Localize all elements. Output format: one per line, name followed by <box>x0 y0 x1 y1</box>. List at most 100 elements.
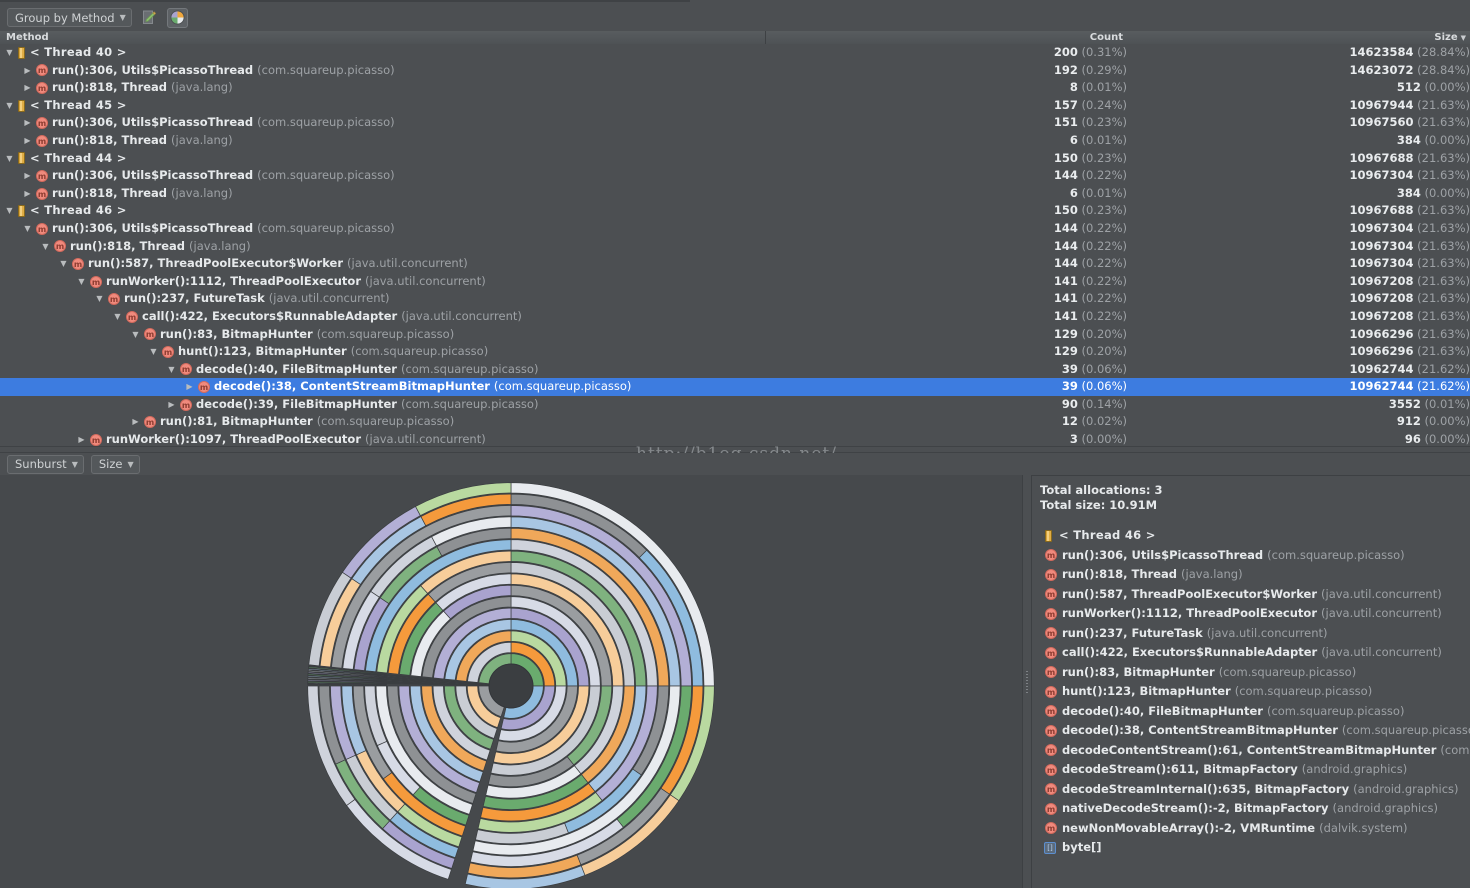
call-stack-list[interactable]: < Thread 46 >mrun():306, Utils$PicassoTh… <box>1040 526 1470 858</box>
sunburst-chart[interactable] <box>0 475 1022 888</box>
stack-frame[interactable]: mdecode():40, FileBitmapHunter(com.squar… <box>1040 702 1470 722</box>
method-icon: m <box>36 117 48 129</box>
chevron-down-icon[interactable]: ▼ <box>76 273 87 291</box>
size-percent: (21.63%) <box>1417 221 1470 235</box>
method-name: run():81, BitmapHunter <box>160 413 313 431</box>
horizontal-splitter[interactable] <box>0 446 1470 453</box>
tree-row[interactable]: ▼mrun():587, ThreadPoolExecutor$Worker(j… <box>0 255 1470 273</box>
method-name: run():818, Thread <box>52 79 167 97</box>
stack-frame[interactable]: mrun():818, Thread(java.lang) <box>1040 565 1470 585</box>
tree-row[interactable]: ▶mrun():306, Utils$PicassoThread(com.squ… <box>0 167 1470 185</box>
chevron-right-icon[interactable]: ▶ <box>22 167 33 185</box>
chevron-right-icon[interactable]: ▶ <box>130 413 141 431</box>
tree-row[interactable]: ▼mrun():818, Thread(java.lang)144 (0.22%… <box>0 238 1470 256</box>
cell-size: 3552 (0.01%) <box>1127 396 1470 414</box>
method-name: run():818, Thread <box>52 185 167 203</box>
tree-row[interactable]: ▼mrun():306, Utils$PicassoThread(com.squ… <box>0 220 1470 238</box>
chevron-down-icon: ▼ <box>127 460 133 469</box>
tree-row[interactable]: ▶mrun():306, Utils$PicassoThread(com.squ… <box>0 114 1470 132</box>
chevron-down-icon[interactable]: ▼ <box>4 44 15 62</box>
chevron-right-icon[interactable]: ▶ <box>22 62 33 80</box>
tree-row[interactable]: ▼mrunWorker():1112, ThreadPoolExecutor(j… <box>0 273 1470 291</box>
allocation-tree[interactable]: ▼< Thread 40 >200 (0.31%)14623584 (28.84… <box>0 44 1470 446</box>
method-icon: m <box>36 188 48 200</box>
chevron-down-icon[interactable]: ▼ <box>166 361 177 379</box>
size-percent: (21.63%) <box>1417 291 1470 305</box>
tree-row[interactable]: ▼mhunt():123, BitmapHunter(com.squareup.… <box>0 343 1470 361</box>
tree-row[interactable]: ▼< Thread 44 >150 (0.23%)10967688 (21.63… <box>0 150 1470 168</box>
tree-row[interactable]: ▶mrun():81, BitmapHunter(com.squareup.pi… <box>0 413 1470 431</box>
cell-size: 10966296 (21.63%) <box>1127 326 1470 344</box>
group-by-dropdown[interactable]: Group by Method ▼ <box>7 8 132 27</box>
column-header-method[interactable]: Method <box>0 31 766 44</box>
chevron-down-icon[interactable]: ▼ <box>94 290 105 308</box>
count-percent: (0.22%) <box>1081 274 1127 288</box>
stack-frame[interactable]: []byte[] <box>1040 838 1470 858</box>
cell-size: 10967304 (21.63%) <box>1127 167 1470 185</box>
tree-row[interactable]: ▼mcall():422, Executors$RunnableAdapter(… <box>0 308 1470 326</box>
chevron-down-icon[interactable]: ▼ <box>58 255 69 273</box>
edit-document-button[interactable] <box>139 8 160 28</box>
chevron-down-icon[interactable]: ▼ <box>22 220 33 238</box>
stack-frame[interactable]: mhunt():123, BitmapHunter(com.squareup.p… <box>1040 682 1470 702</box>
package-name: (com.squareup.picasso) <box>257 62 395 80</box>
method-name: run():83, BitmapHunter <box>1062 663 1215 683</box>
tree-row[interactable]: ▶mrun():818, Thread(java.lang)6 (0.01%)3… <box>0 185 1470 203</box>
stack-frame[interactable]: mrunWorker():1112, ThreadPoolExecutor(ja… <box>1040 604 1470 624</box>
cell-size: 10966296 (21.63%) <box>1127 343 1470 361</box>
chevron-down-icon[interactable]: ▼ <box>112 308 123 326</box>
tree-row[interactable]: ▶mrun():818, Thread(java.lang)6 (0.01%)3… <box>0 132 1470 150</box>
stack-frame[interactable]: mnewNonMovableArray():-2, VMRuntime(dalv… <box>1040 819 1470 839</box>
tree-row[interactable]: ▶mrun():818, Thread(java.lang)8 (0.01%)5… <box>0 79 1470 97</box>
chevron-right-icon[interactable]: ▶ <box>22 114 33 132</box>
chevron-right-icon[interactable]: ▶ <box>166 396 177 414</box>
tree-row[interactable]: ▼< Thread 40 >200 (0.31%)14623584 (28.84… <box>0 44 1470 62</box>
tree-row[interactable]: ▶mdecode():39, FileBitmapHunter(com.squa… <box>0 396 1470 414</box>
method-name: run():818, Thread <box>52 132 167 150</box>
chevron-right-icon[interactable]: ▶ <box>76 431 87 446</box>
method-icon: m <box>1045 588 1057 600</box>
sunburst-chart-button[interactable] <box>167 8 188 28</box>
stack-frame[interactable]: mrun():306, Utils$PicassoThread(com.squa… <box>1040 546 1470 566</box>
tree-row[interactable]: ▼mrun():83, BitmapHunter(com.squareup.pi… <box>0 326 1470 344</box>
chevron-right-icon[interactable]: ▶ <box>184 378 195 396</box>
sunburst-center-hole[interactable] <box>489 664 533 708</box>
stack-frame[interactable]: mcall():422, Executors$RunnableAdapter(j… <box>1040 643 1470 663</box>
tree-row[interactable]: ▶mrunWorker():1097, ThreadPoolExecutor(j… <box>0 431 1470 446</box>
sunburst-chart-panel[interactable] <box>0 475 1022 888</box>
tree-row[interactable]: ▶mdecode():38, ContentStreamBitmapHunter… <box>0 378 1470 396</box>
column-header-size[interactable]: Size▼ <box>1127 31 1470 44</box>
chart-metric-dropdown[interactable]: Size ▼ <box>91 455 140 474</box>
column-header-count[interactable]: Count <box>767 31 1127 44</box>
stack-frame[interactable]: mdecodeContentStream():61, ContentStream… <box>1040 741 1470 761</box>
memory-monitor-window: Group by Method ▼ Method Count <box>0 0 1470 888</box>
chevron-right-icon[interactable]: ▶ <box>22 79 33 97</box>
stack-frame[interactable]: < Thread 46 > <box>1040 526 1470 546</box>
count-percent: (0.22%) <box>1081 309 1127 323</box>
stack-frame[interactable]: mdecode():38, ContentStreamBitmapHunter(… <box>1040 721 1470 741</box>
chevron-right-icon[interactable]: ▶ <box>22 132 33 150</box>
chart-view-dropdown[interactable]: Sunburst ▼ <box>7 455 84 474</box>
chevron-down-icon[interactable]: ▼ <box>130 326 141 344</box>
chevron-down-icon[interactable]: ▼ <box>4 97 15 115</box>
chevron-down-icon[interactable]: ▼ <box>148 343 159 361</box>
vertical-splitter[interactable] <box>1022 475 1032 888</box>
chevron-down-icon[interactable]: ▼ <box>4 202 15 220</box>
tree-row[interactable]: ▼mdecode():40, FileBitmapHunter(com.squa… <box>0 361 1470 379</box>
tree-row[interactable]: ▼mrun():237, FutureTask(java.util.concur… <box>0 290 1470 308</box>
stack-frame[interactable]: mdecodeStream():611, BitmapFactory(andro… <box>1040 760 1470 780</box>
stack-frame[interactable]: mrun():587, ThreadPoolExecutor$Worker(ja… <box>1040 585 1470 605</box>
chevron-down-icon[interactable]: ▼ <box>40 238 51 256</box>
stack-frame[interactable]: mdecodeStreamInternal():635, BitmapFacto… <box>1040 780 1470 800</box>
chevron-down-icon[interactable]: ▼ <box>4 150 15 168</box>
stack-frame[interactable]: mrun():237, FutureTask(java.util.concurr… <box>1040 624 1470 644</box>
tree-row[interactable]: ▶mrun():306, Utils$PicassoThread(com.squ… <box>0 62 1470 80</box>
cell-size: 10962744 (21.62%) <box>1127 361 1470 379</box>
tree-row[interactable]: ▼< Thread 46 >150 (0.23%)10967688 (21.63… <box>0 202 1470 220</box>
size-percent: (0.00%) <box>1424 414 1470 428</box>
tree-row[interactable]: ▼< Thread 45 >157 (0.24%)10967944 (21.63… <box>0 97 1470 115</box>
chevron-right-icon[interactable]: ▶ <box>22 185 33 203</box>
stack-frame[interactable]: mnativeDecodeStream():-2, BitmapFactory(… <box>1040 799 1470 819</box>
package-name: (com.squareup.picasso) <box>1219 663 1357 683</box>
stack-frame[interactable]: mrun():83, BitmapHunter(com.squareup.pic… <box>1040 663 1470 683</box>
